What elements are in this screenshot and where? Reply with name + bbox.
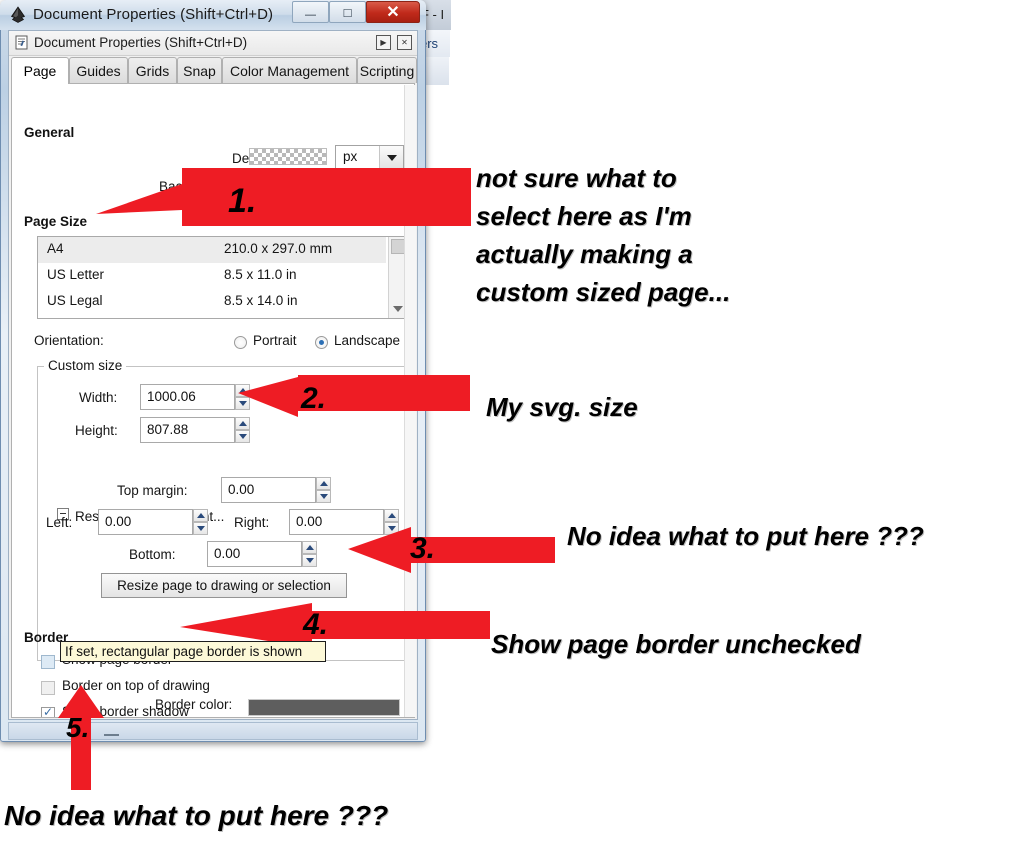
stepper-down-icon[interactable] xyxy=(235,430,250,443)
annotation-marker-4: 4. xyxy=(303,608,328,642)
annotation-text-5: No idea what to put here ??? xyxy=(4,800,388,832)
background-color-swatch[interactable] xyxy=(249,148,327,165)
minimize-icon: — xyxy=(293,2,328,22)
window-title: Document Properties (Shift+Ctrl+D) xyxy=(33,3,273,27)
tab-scripting[interactable]: Scripting xyxy=(357,57,417,83)
left-margin-stepper[interactable] xyxy=(193,509,208,535)
radio-portrait-label[interactable]: Portrait xyxy=(253,333,297,348)
stepper-down-icon[interactable] xyxy=(316,490,331,503)
page-size-name: A4 xyxy=(47,241,64,256)
inkscape-logo-icon xyxy=(9,6,27,24)
float-icon: ▶ xyxy=(376,35,391,50)
tab-snap[interactable]: Snap xyxy=(177,57,222,83)
stepper-up-icon[interactable] xyxy=(316,477,331,490)
radio-landscape-label[interactable]: Landscape xyxy=(334,333,400,348)
top-margin-stepper[interactable] xyxy=(316,477,331,503)
resize-page-to-drawing-button[interactable]: Resize page to drawing or selection xyxy=(101,573,347,598)
top-margin-input[interactable]: 0.00 xyxy=(221,477,316,503)
radio-landscape[interactable] xyxy=(315,336,328,349)
annotation-text-2: My svg. size xyxy=(486,392,638,423)
checkbox-show-border-shadow[interactable] xyxy=(41,707,55,718)
bottom-margin-spinner[interactable]: 0.00 xyxy=(207,541,317,567)
width-label: Width: xyxy=(79,390,117,405)
tab-page[interactable]: Page xyxy=(11,57,69,84)
tooltip: If set, rectangular page border is shown xyxy=(60,641,326,662)
page-size-dimensions: 210.0 x 297.0 mm xyxy=(224,241,332,256)
annotation-arrow-3 xyxy=(348,525,555,573)
general-section-title: General xyxy=(24,125,74,140)
maximize-button[interactable]: □ xyxy=(329,1,366,23)
tab-guides[interactable]: Guides xyxy=(69,57,128,83)
height-spinner[interactable]: 807.88 xyxy=(140,417,250,443)
stepper-down-icon[interactable] xyxy=(193,522,208,535)
page-size-row-us-legal[interactable]: US Legal 8.5 x 14.0 in xyxy=(38,289,386,315)
custom-size-group-label: Custom size xyxy=(44,358,126,373)
left-margin-label: Left: xyxy=(46,515,72,530)
dialog-float-button[interactable]: ▶ xyxy=(376,35,391,50)
minimize-button[interactable]: — xyxy=(292,1,329,23)
annotation-arrow-2 xyxy=(238,375,470,423)
window-titlebar[interactable]: Document Properties (Shift+Ctrl+D) — □ ✕ xyxy=(0,0,426,30)
resize-button-label: Resize page to drawing or selection xyxy=(117,578,331,593)
annotation-marker-3: 3. xyxy=(410,532,435,566)
checkbox-show-page-border[interactable] xyxy=(41,655,55,669)
stepper-up-icon[interactable] xyxy=(302,541,317,554)
stepper-down-icon[interactable] xyxy=(302,554,317,567)
height-label: Height: xyxy=(75,423,118,438)
dialog-close-button[interactable]: ✕ xyxy=(397,35,412,50)
checkbox-border-on-top[interactable] xyxy=(41,681,55,695)
top-margin-spinner[interactable]: 0.00 xyxy=(221,477,331,503)
maximize-icon: □ xyxy=(330,2,365,22)
page-size-dimensions: 8.5 x 14.0 in xyxy=(224,293,298,308)
close-button[interactable]: ✕ xyxy=(366,1,420,23)
radio-portrait[interactable] xyxy=(234,336,247,349)
page-size-listbox[interactable]: A4 210.0 x 297.0 mm US Letter 8.5 x 11.0… xyxy=(37,236,407,319)
annotation-marker-2: 2. xyxy=(301,382,326,416)
annotation-marker-1: 1. xyxy=(228,182,256,221)
annotation-arrow-1 xyxy=(96,166,471,234)
orientation-label: Orientation: xyxy=(34,333,104,348)
dialog-close-icon: ✕ xyxy=(397,35,412,50)
annotation-marker-5: 5. xyxy=(66,712,89,744)
border-color-label: Border color: xyxy=(155,697,232,712)
close-icon: ✕ xyxy=(367,2,419,22)
document-properties-icon xyxy=(14,35,29,50)
top-margin-label: Top margin: xyxy=(117,483,188,498)
bottom-margin-input[interactable]: 0.00 xyxy=(207,541,302,567)
tab-color-management[interactable]: Color Management xyxy=(222,57,357,83)
stepper-up-icon[interactable] xyxy=(193,509,208,522)
stepper-up-icon[interactable] xyxy=(384,509,399,522)
width-input[interactable]: 1000.06 xyxy=(140,384,235,410)
status-strip-mark xyxy=(104,734,119,736)
left-margin-spinner[interactable]: 0.00 xyxy=(98,509,208,535)
page-size-name: US Letter xyxy=(47,267,104,282)
bottom-margin-label: Bottom: xyxy=(129,547,176,562)
annotation-text-3: No idea what to put here ??? xyxy=(567,521,924,552)
page-size-row-us-letter[interactable]: US Letter 8.5 x 11.0 in xyxy=(38,263,386,289)
dialog-tabs: Page Guides Grids Snap Color Management … xyxy=(11,57,415,84)
tab-grids[interactable]: Grids xyxy=(128,57,177,83)
page-size-row-a4[interactable]: A4 210.0 x 297.0 mm xyxy=(38,237,386,263)
page-size-dimensions: 8.5 x 11.0 in xyxy=(224,267,297,282)
border-color-swatch[interactable] xyxy=(248,699,400,716)
dialog-header: Document Properties (Shift+Ctrl+D) ▶ ✕ xyxy=(9,31,417,56)
bottom-margin-stepper[interactable] xyxy=(302,541,317,567)
left-margin-input[interactable]: 0.00 xyxy=(98,509,193,535)
annotation-text-1: not sure what to select here as I'm actu… xyxy=(476,159,730,311)
width-spinner[interactable]: 1000.06 xyxy=(140,384,250,410)
right-margin-label: Right: xyxy=(234,515,269,530)
page-size-name: US Legal xyxy=(47,293,103,308)
page-size-section-title: Page Size xyxy=(24,214,87,229)
height-input[interactable]: 807.88 xyxy=(140,417,235,443)
dialog-title: Document Properties (Shift+Ctrl+D) xyxy=(34,32,247,54)
annotation-text-4: Show page border unchecked xyxy=(491,629,861,660)
